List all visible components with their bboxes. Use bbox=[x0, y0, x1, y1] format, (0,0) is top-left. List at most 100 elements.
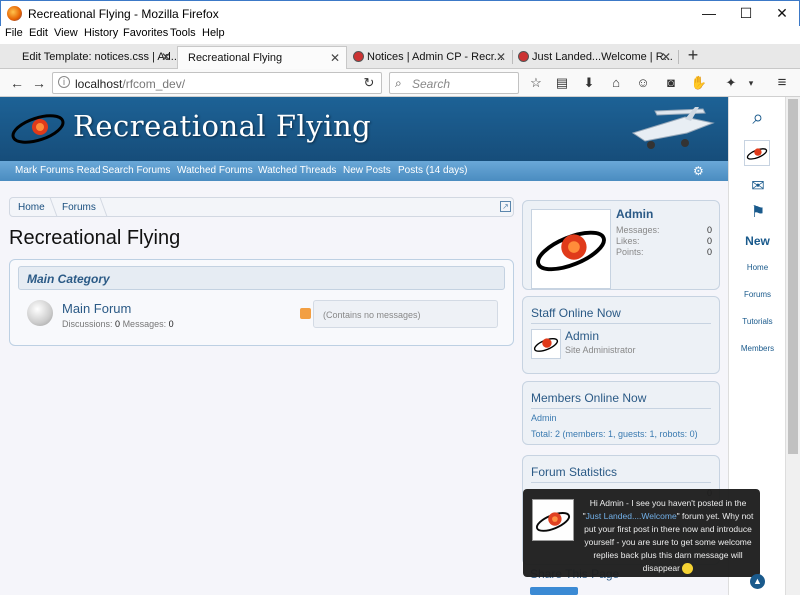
rail-link-tutorials[interactable]: Tutorials bbox=[729, 317, 785, 326]
last-post-text: (Contains no messages) bbox=[323, 310, 421, 320]
tab-notices-admin[interactable]: Notices | Admin CP - Recr... ✕ bbox=[349, 46, 512, 69]
window-title: Recreational Flying - Mozilla Firefox bbox=[28, 7, 219, 21]
info-icon[interactable]: i bbox=[58, 76, 70, 88]
staff-online-title: Staff Online Now bbox=[531, 306, 621, 320]
avatar-logo-icon bbox=[746, 148, 768, 160]
rss-icon[interactable] bbox=[300, 308, 311, 319]
new-tab-button[interactable]: + bbox=[683, 45, 703, 65]
breadcrumb-separator bbox=[90, 198, 108, 216]
menu-file[interactable]: File bbox=[5, 27, 23, 39]
scrollbar-thumb[interactable] bbox=[788, 99, 798, 454]
category-title[interactable]: Main Category bbox=[27, 272, 110, 286]
hello-icon[interactable]: ☺ bbox=[634, 74, 652, 92]
avatar[interactable] bbox=[531, 209, 611, 289]
close-tab-icon[interactable]: ✕ bbox=[496, 50, 506, 64]
reload-icon[interactable]: ↻ bbox=[359, 73, 379, 93]
menu-bar: File Edit View History Favorites Tools H… bbox=[0, 26, 800, 44]
nav-new-posts[interactable]: New Posts bbox=[343, 165, 391, 176]
extension-icon[interactable]: ✋ bbox=[690, 74, 708, 92]
tab-label: Just Landed...Welcome | R... bbox=[532, 51, 673, 63]
search-input[interactable]: ⌕ Search bbox=[389, 72, 519, 94]
tab-just-landed[interactable]: Just Landed...Welcome | R... ✕ bbox=[514, 46, 677, 69]
avatar[interactable] bbox=[531, 329, 561, 359]
close-tab-icon[interactable]: ✕ bbox=[330, 51, 340, 65]
download-icon[interactable]: ⬇ bbox=[580, 74, 598, 92]
forward-icon[interactable]: → bbox=[29, 73, 49, 93]
back-icon[interactable]: ← bbox=[7, 73, 27, 93]
staff-online-block: Staff Online Now Admin Site Administrato… bbox=[522, 296, 720, 374]
nav-watched-forums[interactable]: Watched Forums bbox=[177, 165, 253, 176]
maximize-button[interactable]: ☐ bbox=[728, 1, 764, 27]
nav-search-forums[interactable]: Search Forums bbox=[102, 165, 170, 176]
rail-link-home[interactable]: Home bbox=[729, 263, 785, 272]
last-post-box: (Contains no messages) bbox=[313, 300, 498, 328]
nav-posts-14-days[interactable]: Posts (14 days) bbox=[398, 165, 467, 176]
jump-to-icon[interactable]: ↗ bbox=[500, 201, 511, 212]
stat-likes-value: 0 bbox=[706, 236, 712, 246]
breadcrumb-forums[interactable]: Forums bbox=[62, 202, 96, 213]
online-total: Total: 2 (members: 1, guests: 1, robots:… bbox=[531, 429, 698, 439]
mail-icon[interactable]: ✉ bbox=[747, 176, 769, 198]
rail-link-members[interactable]: Members bbox=[729, 344, 785, 353]
alerts-flag-icon[interactable]: ⚑ bbox=[747, 202, 769, 224]
site-logo-icon[interactable] bbox=[10, 111, 66, 147]
site-header: Recreational Flying bbox=[0, 97, 728, 161]
bookmark-star-icon[interactable]: ☆ bbox=[527, 74, 545, 92]
scroll-to-top-icon[interactable]: ▲ bbox=[750, 574, 765, 589]
tab-edit-template[interactable]: Edit Template: notices.css | Ad... ✕ bbox=[2, 46, 177, 69]
messages-count: 0 bbox=[168, 319, 174, 329]
discussions-count: 0 bbox=[115, 319, 121, 329]
home-icon[interactable]: ⌂ bbox=[607, 74, 625, 92]
search-placeholder: Search bbox=[412, 77, 451, 91]
nav-mark-forums-read[interactable]: Mark Forums Read bbox=[15, 165, 101, 176]
minimize-button[interactable]: — bbox=[691, 1, 727, 27]
visitor-username[interactable]: Admin bbox=[616, 207, 653, 221]
tab-recreational-flying[interactable]: Recreational Flying ✕ bbox=[177, 46, 347, 69]
site-favicon-icon bbox=[353, 51, 364, 62]
addon-icon[interactable]: ✦ bbox=[722, 74, 740, 92]
staff-username[interactable]: Admin bbox=[565, 329, 599, 343]
close-tab-icon[interactable]: ✕ bbox=[161, 50, 171, 64]
pocket-icon[interactable]: ◙ bbox=[662, 74, 680, 92]
search-icon: ⌕ bbox=[395, 76, 402, 90]
rail-link-forums[interactable]: Forums bbox=[729, 290, 785, 299]
page-title: Recreational Flying bbox=[9, 227, 181, 249]
menu-edit[interactable]: Edit bbox=[29, 27, 48, 39]
smiley-icon bbox=[682, 563, 694, 575]
forum-title-link[interactable]: Main Forum bbox=[62, 301, 131, 316]
url-text[interactable]: localhost/rfcom_dev/ bbox=[75, 77, 185, 91]
menu-history[interactable]: History bbox=[84, 27, 118, 39]
hamburger-menu-icon[interactable]: ≡ bbox=[773, 74, 791, 92]
close-tab-icon[interactable]: ✕ bbox=[661, 50, 671, 64]
addon-dropdown-icon[interactable]: ▾ bbox=[742, 74, 760, 92]
notice-text: Hi Admin - I see you haven't posted in t… bbox=[582, 497, 754, 575]
page-scrollbar[interactable] bbox=[785, 97, 800, 595]
reading-list-icon[interactable]: ▤ bbox=[553, 74, 571, 92]
messages-label: Messages: bbox=[122, 319, 167, 329]
url-bar[interactable]: i localhost/rfcom_dev/ ↻ bbox=[52, 72, 382, 94]
search-icon[interactable]: ⌕ bbox=[747, 107, 769, 129]
menu-help[interactable]: Help bbox=[202, 27, 225, 39]
rail-new-link[interactable]: New bbox=[729, 234, 785, 248]
settings-gear-icon[interactable]: ⚙ bbox=[693, 164, 704, 178]
close-window-button[interactable]: ✕ bbox=[764, 1, 800, 27]
menu-tools[interactable]: Tools bbox=[170, 27, 196, 39]
online-member-link[interactable]: Admin bbox=[531, 413, 557, 423]
share-button[interactable] bbox=[530, 587, 578, 595]
members-online-block: Members Online Now Admin Total: 2 (membe… bbox=[522, 381, 720, 445]
forum-read-icon bbox=[27, 300, 53, 326]
nav-watched-threads[interactable]: Watched Threads bbox=[258, 165, 336, 176]
forum-stats: Discussions: 0 Messages: 0 bbox=[62, 319, 174, 329]
tab-label: Recreational Flying bbox=[188, 52, 283, 64]
site-title[interactable]: Recreational Flying bbox=[73, 109, 371, 143]
category-header[interactable]: Main Category bbox=[18, 266, 505, 290]
breadcrumb: Home Forums ↗ bbox=[9, 197, 514, 217]
notice-toast[interactable]: Hi Admin - I see you haven't posted in t… bbox=[523, 489, 760, 577]
avatar bbox=[532, 499, 574, 541]
menu-view[interactable]: View bbox=[54, 27, 78, 39]
stat-points-value: 0 bbox=[706, 247, 712, 257]
avatar[interactable] bbox=[744, 140, 770, 166]
notice-forum-link[interactable]: Just Landed....Welcome bbox=[586, 511, 677, 521]
breadcrumb-home[interactable]: Home bbox=[18, 202, 45, 213]
menu-favorites[interactable]: Favorites bbox=[123, 27, 168, 39]
